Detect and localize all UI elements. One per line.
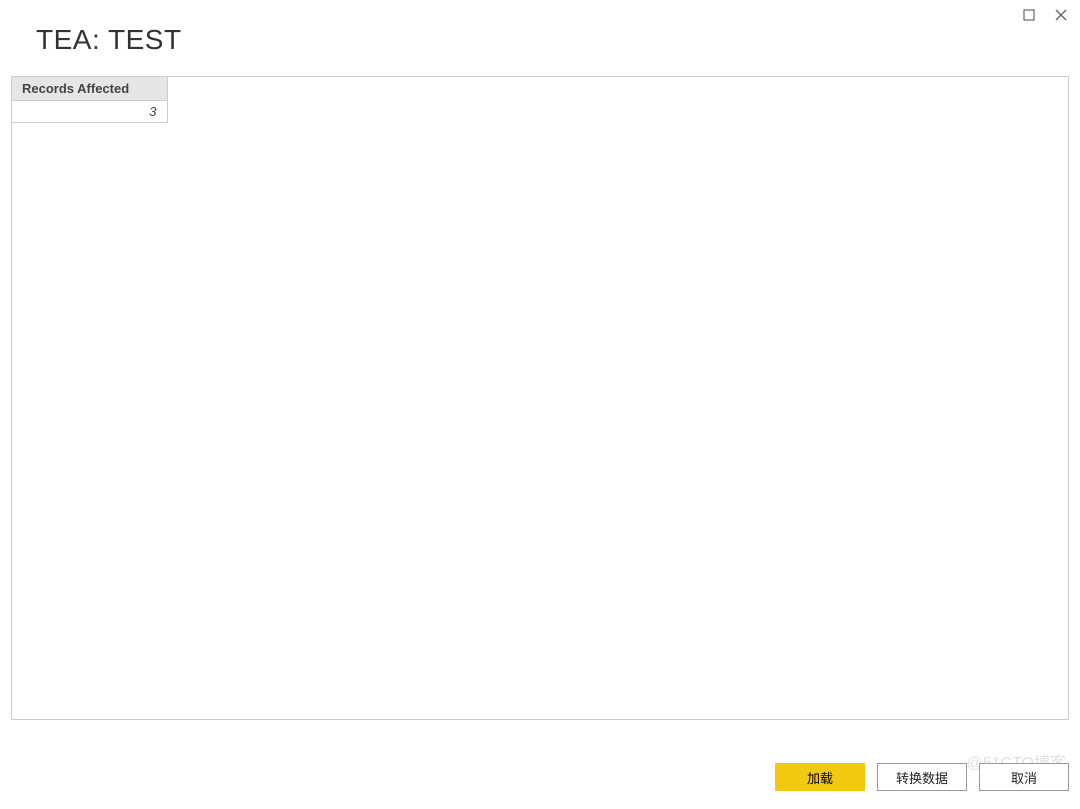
page-title: TEA: TEST — [36, 24, 182, 56]
preview-panel: Records Affected 3 — [11, 76, 1069, 720]
maximize-icon[interactable] — [1022, 8, 1036, 22]
load-button[interactable]: 加载 — [775, 763, 865, 791]
result-table: Records Affected 3 — [12, 77, 168, 123]
transform-data-button[interactable]: 转换数据 — [877, 763, 967, 791]
table-row[interactable]: 3 — [12, 101, 167, 123]
footer-buttons: 加载 转换数据 取消 — [775, 763, 1069, 791]
close-icon[interactable] — [1054, 8, 1068, 22]
cancel-button[interactable]: 取消 — [979, 763, 1069, 791]
table-header-row: Records Affected — [12, 77, 167, 101]
title-area: TEA: TEST — [36, 24, 182, 56]
window-controls — [1022, 8, 1068, 22]
column-header-records-affected[interactable]: Records Affected — [12, 77, 167, 101]
cell-records-affected-value: 3 — [12, 101, 167, 123]
